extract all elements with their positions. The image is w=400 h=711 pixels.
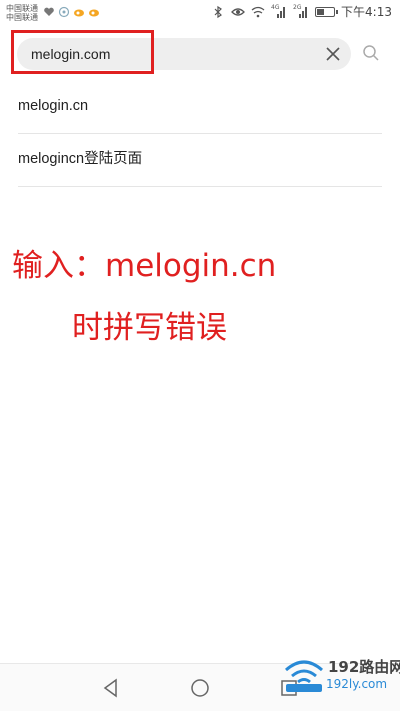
carrier-info: 中国联通 中国联通	[6, 4, 38, 22]
carrier-1: 中国联通	[6, 4, 38, 13]
signal-2: 2G	[293, 4, 309, 19]
home-icon[interactable]	[189, 677, 211, 699]
back-icon[interactable]	[100, 677, 122, 699]
suggestion-item[interactable]: melogincn登陆页面	[18, 133, 382, 187]
clear-icon[interactable]	[325, 46, 341, 62]
annotation-line-1: 输入：melogin.cn	[12, 248, 277, 284]
signal-bars-icon-2	[299, 7, 308, 18]
browser-screen: 中国联通 中国联通 4G 2G 下午4:13 melogin.com melog…	[0, 0, 400, 711]
notification-icons	[43, 6, 100, 18]
highlight-box	[11, 30, 154, 74]
weibo-icon	[74, 9, 84, 17]
weibo-icon-2	[89, 9, 99, 17]
search-icon[interactable]	[362, 44, 380, 62]
watermark-logo: 192路由网 192ly.com	[282, 652, 400, 698]
eye-icon	[231, 8, 245, 16]
status-bar: 中国联通 中国联通 4G 2G 下午4:13	[0, 0, 400, 28]
suggestion-item[interactable]: melogin.cn	[18, 80, 382, 134]
wifi-logo-icon	[285, 660, 323, 692]
clock: 下午4:13	[341, 4, 392, 19]
watermark-url: 192ly.com	[326, 677, 388, 691]
wifi-icon	[251, 6, 265, 18]
notification-app-icon	[58, 6, 70, 18]
bluetooth-icon	[214, 5, 222, 19]
annotation-line-2: 时拼写错误	[72, 310, 227, 346]
system-status: 4G 2G 下午4:13	[211, 4, 392, 19]
signal-1: 4G	[271, 4, 287, 19]
heart-icon	[44, 7, 54, 17]
battery-icon	[315, 7, 339, 17]
carrier-2: 中国联通	[6, 13, 38, 22]
signal-bars-icon	[277, 7, 286, 18]
watermark-title: 192路由网	[328, 658, 400, 676]
